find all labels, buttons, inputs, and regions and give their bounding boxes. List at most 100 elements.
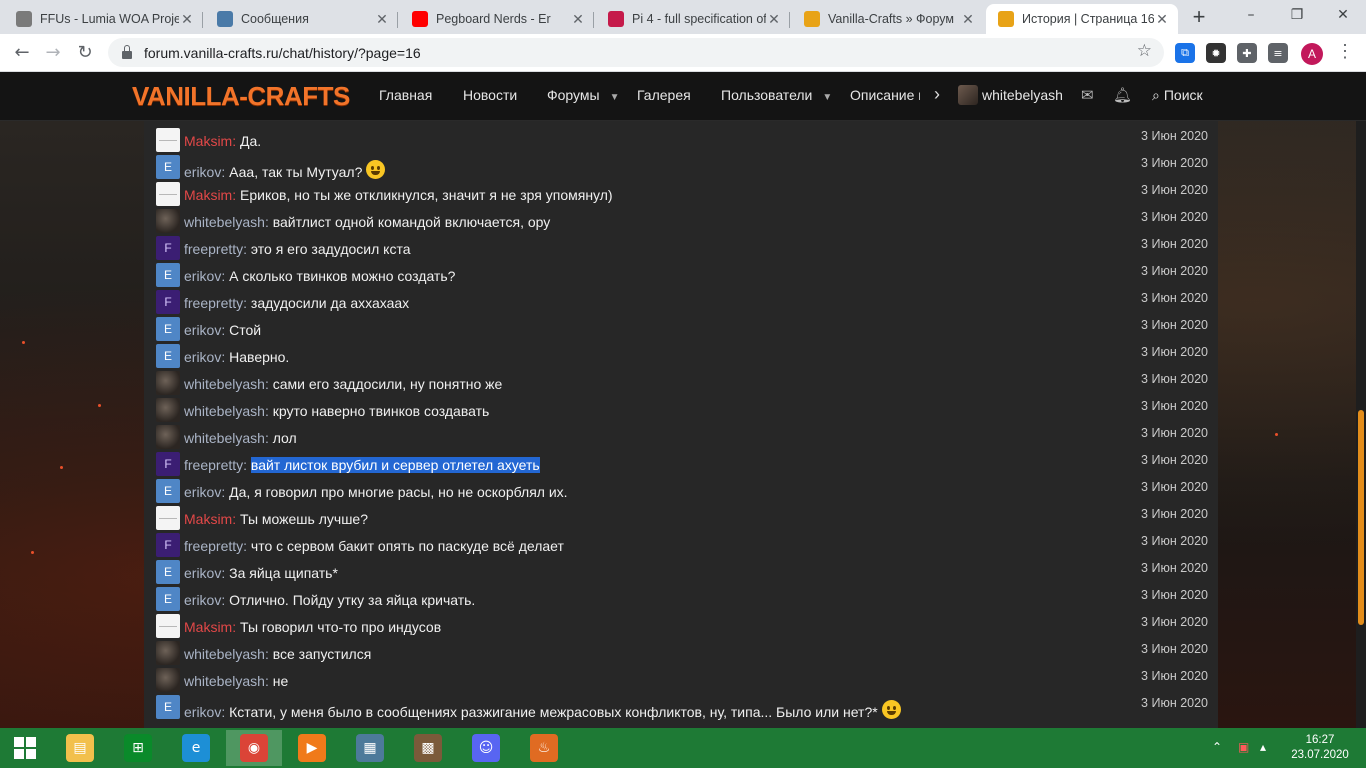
browser-tab[interactable]: Pegboard Nerds - Er ✕: [400, 4, 594, 34]
browser-tab[interactable]: Pi 4 - full specification of ✕: [596, 4, 790, 34]
taskbar-app-button[interactable]: ☺: [458, 730, 514, 766]
message-username[interactable]: whitebelyash: [184, 430, 265, 446]
message-username[interactable]: erikov: [184, 704, 221, 720]
user-avatar[interactable]: E: [156, 317, 180, 341]
message-username[interactable]: whitebelyash: [184, 403, 265, 419]
chevron-right-icon[interactable]: ›: [934, 84, 940, 105]
user-avatar[interactable]: [156, 506, 180, 530]
message-username[interactable]: freepretty: [184, 295, 243, 311]
taskbar-app-button[interactable]: ◉: [226, 730, 282, 766]
close-tab-icon[interactable]: ✕: [179, 11, 195, 28]
user-avatar[interactable]: [156, 614, 180, 638]
message-username[interactable]: erikov: [184, 565, 221, 581]
extensions-puzzle-icon[interactable]: ✚: [1237, 43, 1257, 63]
message-username[interactable]: freepretty: [184, 457, 243, 473]
user-avatar[interactable]: E: [156, 695, 180, 719]
user-avatar[interactable]: F: [156, 533, 180, 557]
nav-users[interactable]: Пользователи ▼: [721, 87, 832, 103]
close-tab-icon[interactable]: ✕: [960, 11, 976, 28]
message-username[interactable]: Maksim: [184, 187, 232, 203]
nav-description[interactable]: Описание г: [850, 87, 920, 103]
close-tab-icon[interactable]: ✕: [1154, 11, 1170, 28]
page-scrollbar-thumb[interactable]: [1358, 410, 1364, 625]
user-avatar[interactable]: E: [156, 560, 180, 584]
nav-home[interactable]: Главная: [379, 87, 432, 103]
nav-gallery[interactable]: Галерея: [637, 87, 691, 103]
message-username[interactable]: Maksim: [184, 619, 232, 635]
taskbar-app-button[interactable]: e: [168, 730, 224, 766]
message-username[interactable]: whitebelyash: [184, 214, 265, 230]
media-control-icon[interactable]: ≡: [1268, 43, 1288, 63]
nav-forums[interactable]: Форумы ▼: [547, 87, 620, 103]
browser-tab[interactable]: FFUs - Lumia WOA Proje ✕: [4, 4, 203, 34]
message-username[interactable]: Maksim: [184, 511, 232, 527]
profile-avatar[interactable]: A: [1301, 43, 1323, 65]
taskbar-app-button[interactable]: ♨: [516, 730, 572, 766]
taskbar-app-button[interactable]: ▤: [52, 730, 108, 766]
start-button[interactable]: [0, 730, 50, 766]
url-text[interactable]: forum.vanilla-crafts.ru/chat/history/?pa…: [144, 45, 421, 61]
new-tab-button[interactable]: +: [1186, 6, 1212, 30]
user-avatar[interactable]: F: [156, 236, 180, 260]
user-avatar[interactable]: E: [156, 263, 180, 287]
message-username[interactable]: erikov: [184, 484, 221, 500]
user-avatar[interactable]: [156, 209, 180, 233]
forward-button[interactable]: →: [40, 40, 66, 66]
message-username[interactable]: erikov: [184, 349, 221, 365]
message-username[interactable]: freepretty: [184, 241, 243, 257]
bookmark-star-icon[interactable]: ☆: [1137, 41, 1152, 61]
tray-expand-icon[interactable]: ⌃: [1212, 740, 1222, 754]
extension-icon[interactable]: ⧉: [1175, 43, 1195, 63]
taskbar-app-button[interactable]: ▶: [284, 730, 340, 766]
message-username[interactable]: erikov: [184, 164, 221, 180]
taskbar-app-button[interactable]: ▩: [400, 730, 456, 766]
user-avatar[interactable]: E: [156, 155, 180, 179]
back-button[interactable]: ←: [9, 40, 35, 66]
user-avatar[interactable]: [156, 128, 180, 152]
taskbar-clock[interactable]: 16:27 23.07.2020: [1290, 733, 1350, 763]
close-window-button[interactable]: ✕: [1320, 0, 1366, 34]
chevron-down-icon[interactable]: ▼: [822, 92, 832, 103]
message-username[interactable]: erikov: [184, 592, 221, 608]
browser-tab[interactable]: Сообщения ✕: [205, 4, 398, 34]
user-avatar[interactable]: F: [156, 452, 180, 476]
browser-menu-icon[interactable]: ⋮: [1336, 41, 1354, 62]
message-username[interactable]: whitebelyash: [184, 376, 265, 392]
reload-button[interactable]: ↻: [72, 40, 98, 66]
close-tab-icon[interactable]: ✕: [766, 11, 782, 28]
browser-tab[interactable]: История | Страница 16 ✕: [986, 4, 1178, 34]
restore-window-button[interactable]: ❐: [1274, 0, 1320, 34]
user-avatar[interactable]: [156, 398, 180, 422]
site-logo[interactable]: VANILLA-CRAFTS: [132, 81, 350, 112]
bee-extension-icon[interactable]: ✹: [1206, 43, 1226, 63]
taskbar-app-button[interactable]: ▦: [342, 730, 398, 766]
message-username[interactable]: erikov: [184, 322, 221, 338]
username-link[interactable]: whitebelyash: [982, 87, 1063, 103]
user-avatar[interactable]: [156, 371, 180, 395]
user-avatar[interactable]: [156, 668, 180, 692]
notifications-bell-icon[interactable]: 🔔︎: [1113, 86, 1132, 104]
signal-icon[interactable]: ▴: [1260, 740, 1266, 754]
browser-tab[interactable]: Vanilla-Crafts » Форум ✕: [792, 4, 984, 34]
message-username[interactable]: Maksim: [184, 133, 232, 149]
user-avatar[interactable]: [156, 641, 180, 665]
messages-envelope-icon[interactable]: ✉: [1081, 86, 1094, 104]
address-bar[interactable]: forum.vanilla-crafts.ru/chat/history/?pa…: [108, 38, 1164, 67]
close-tab-icon[interactable]: ✕: [374, 11, 390, 28]
message-username[interactable]: erikov: [184, 268, 221, 284]
message-username[interactable]: whitebelyash: [184, 673, 265, 689]
message-username[interactable]: whitebelyash: [184, 646, 265, 662]
user-avatar[interactable]: [958, 85, 978, 105]
search-button[interactable]: ⌕ Поиск: [1152, 87, 1203, 104]
minimize-window-button[interactable]: –: [1228, 0, 1274, 34]
user-avatar[interactable]: [156, 182, 180, 206]
network-status-icon[interactable]: ▣: [1238, 740, 1249, 754]
user-avatar[interactable]: E: [156, 587, 180, 611]
user-avatar[interactable]: E: [156, 344, 180, 368]
taskbar-app-button[interactable]: ⊞: [110, 730, 166, 766]
chevron-down-icon[interactable]: ▼: [610, 92, 620, 103]
close-tab-icon[interactable]: ✕: [570, 11, 586, 28]
user-avatar[interactable]: F: [156, 290, 180, 314]
message-username[interactable]: freepretty: [184, 538, 243, 554]
user-avatar[interactable]: E: [156, 479, 180, 503]
